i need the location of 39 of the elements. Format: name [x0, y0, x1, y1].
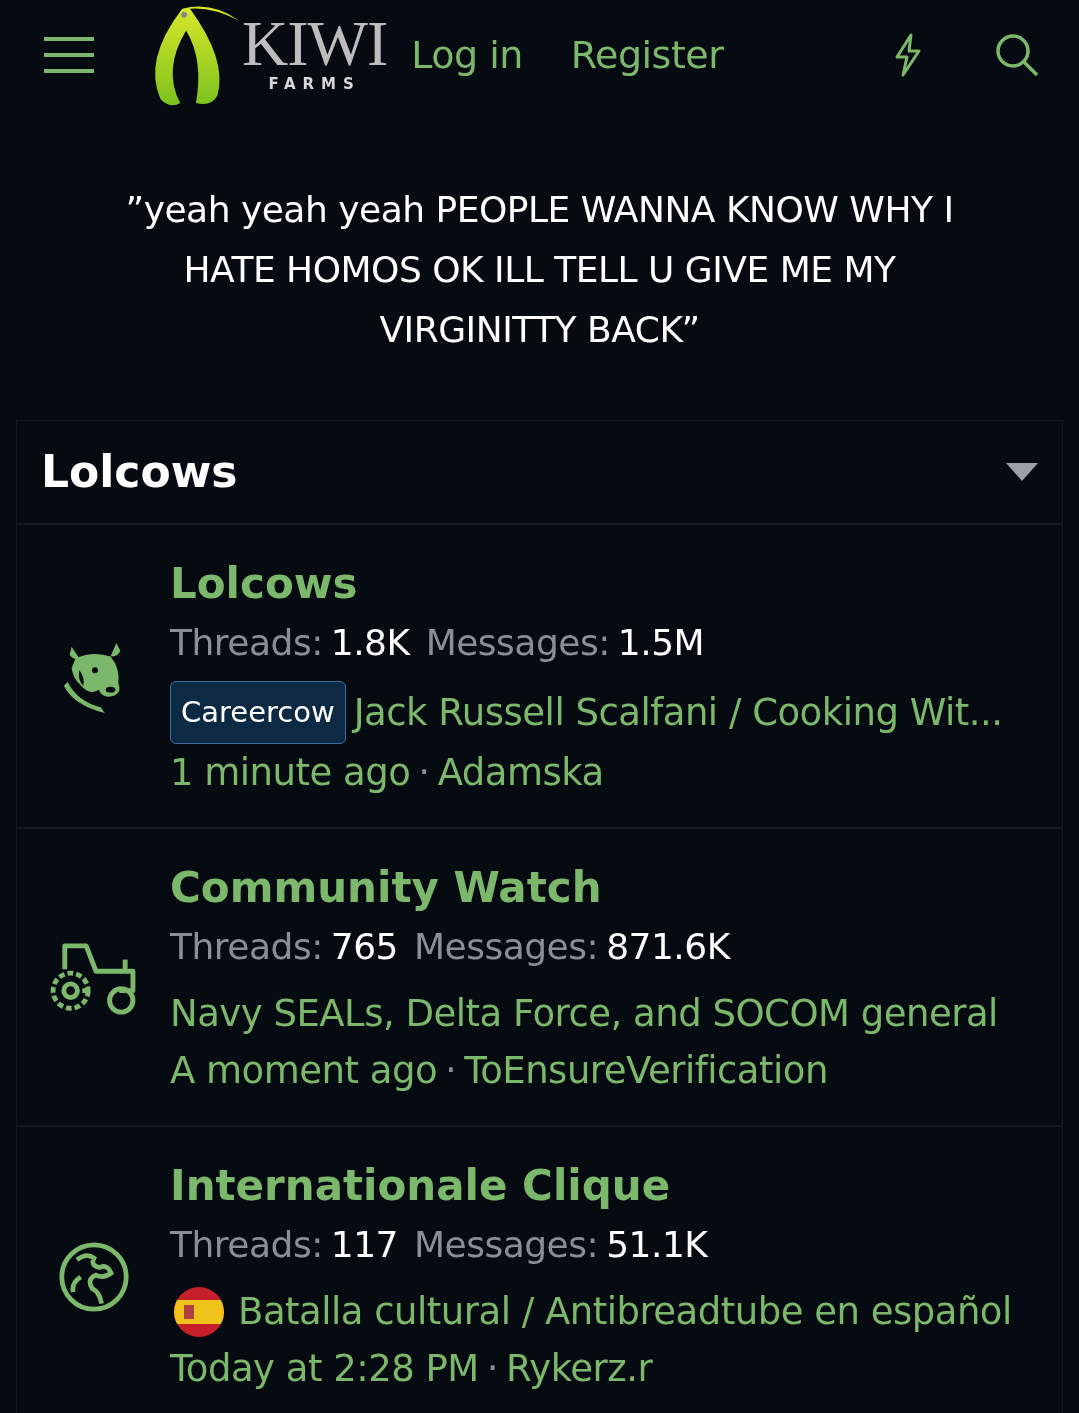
menu-icon[interactable]: [44, 35, 94, 75]
forum-title-link[interactable]: Lolcows: [170, 555, 358, 613]
register-link[interactable]: Register: [570, 26, 724, 84]
threads-label: Threads:: [170, 622, 323, 663]
threads-count: 117: [330, 1224, 398, 1265]
threads-count: 765: [330, 926, 398, 967]
post-time: 1 minute ago: [170, 751, 411, 794]
section-title: Lolcows: [41, 445, 238, 499]
logo-title: KIWI: [242, 14, 388, 73]
threads-label: Threads:: [170, 926, 323, 967]
separator-dot: ·: [418, 751, 430, 794]
threads-count: 1.8K: [330, 622, 410, 663]
thread-title-link[interactable]: Navy SEALs, Delta Force, and SOCOM general: [170, 985, 998, 1042]
threads-label: Threads:: [170, 1224, 323, 1265]
logo-subtitle: FARMS: [268, 73, 361, 95]
messages-label: Messages:: [414, 1224, 599, 1265]
post-time: Today at 2:28 PM: [170, 1347, 479, 1390]
login-link[interactable]: Log in: [411, 26, 523, 84]
messages-count: 871.6K: [606, 926, 730, 967]
username-link[interactable]: Rykerz.r: [506, 1347, 653, 1390]
prefix-label: Careercow: [170, 681, 346, 744]
messages-count: 51.1K: [606, 1224, 708, 1265]
username-link[interactable]: ToEnsureVerification: [464, 1049, 828, 1092]
search-icon[interactable]: [995, 33, 1039, 77]
slogan-text: ”yeah yeah yeah PEOPLE WANNA KNOW WHY I HATE HOMOS OK ILL TELL U GIVE ME MY VIRGINITTY BACK”: [124, 188, 955, 352]
forum-title-link[interactable]: Internationale Clique: [170, 1157, 671, 1215]
separator-dot: ·: [445, 1049, 457, 1092]
separator-dot: ·: [486, 1347, 499, 1390]
forum-title-link[interactable]: Community Watch: [170, 859, 602, 917]
thread-title-link[interactable]: Batalla cultural / Antibreadtube en español: [238, 1283, 1012, 1340]
messages-label: Messages:: [425, 622, 610, 663]
username-link[interactable]: Adamska: [437, 751, 604, 794]
messages-count: 1.5M: [617, 622, 705, 663]
globe-icon: [57, 1240, 130, 1314]
thread-title-link[interactable]: Jack Russell Scalfani / Cooking Wit...: [353, 684, 1003, 741]
post-time: A moment ago: [170, 1049, 438, 1092]
caret-icon[interactable]: [1006, 463, 1038, 481]
messages-label: Messages:: [414, 926, 599, 967]
lightning-icon[interactable]: [893, 33, 923, 77]
